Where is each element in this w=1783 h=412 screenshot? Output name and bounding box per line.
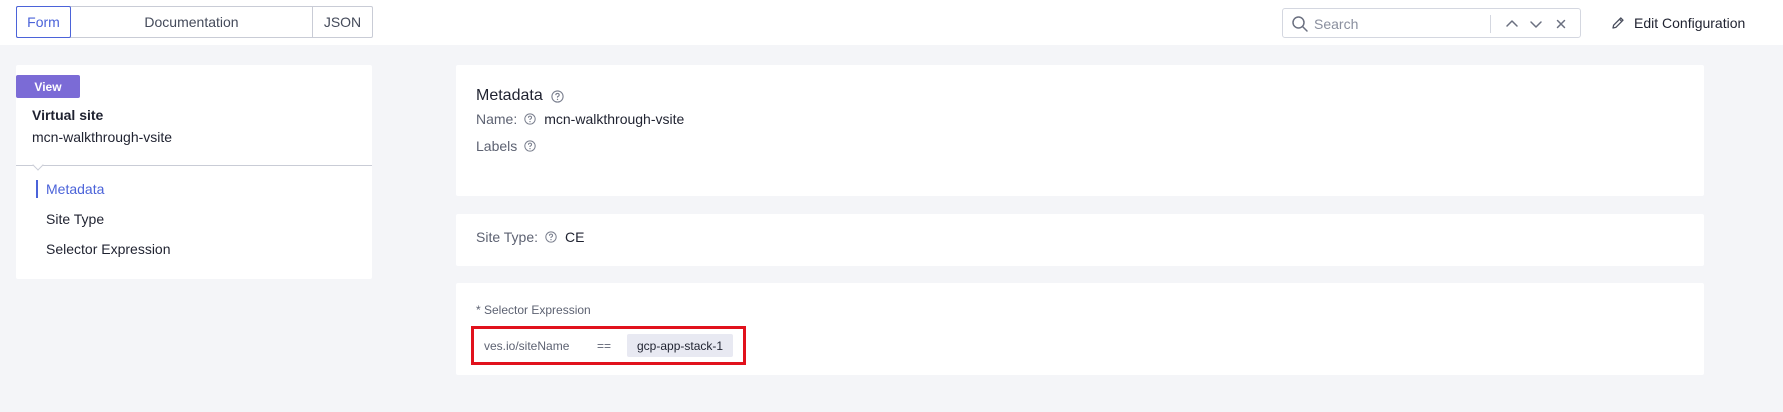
search-box xyxy=(1282,8,1581,38)
chevron-down-icon[interactable] xyxy=(1528,16,1544,32)
view-badge: View xyxy=(16,75,80,98)
divider xyxy=(16,165,372,166)
selector-expression-section: * Selector Expression ves.io/siteName ==… xyxy=(456,283,1704,375)
search-icon xyxy=(1292,16,1308,32)
metadata-title: Metadata xyxy=(476,87,543,104)
object-type-title: Virtual site xyxy=(32,107,104,123)
site-type-section: Site Type: CE xyxy=(456,214,1704,266)
help-icon[interactable] xyxy=(545,231,557,243)
help-icon[interactable] xyxy=(524,140,536,152)
divider-notch xyxy=(32,159,44,171)
selector-value-chip: gcp-app-stack-1 xyxy=(627,334,734,357)
name-label: Name: xyxy=(476,111,518,127)
help-icon[interactable] xyxy=(524,113,536,125)
object-summary-card: View Virtual site mcn-walkthrough-vsite … xyxy=(16,65,372,279)
labels-label: Labels xyxy=(476,138,518,154)
close-icon[interactable] xyxy=(1553,16,1569,32)
view-tabs: Form Documentation JSON xyxy=(16,6,373,38)
edit-configuration-button[interactable]: Edit Configuration xyxy=(1610,11,1745,35)
selector-expression-label: * Selector Expression xyxy=(476,303,591,317)
tab-documentation[interactable]: Documentation xyxy=(71,7,313,37)
nav-item-selector-expression[interactable]: Selector Expression xyxy=(36,234,171,264)
selector-expression-highlight: ves.io/siteName == gcp-app-stack-1 xyxy=(471,326,746,365)
selector-key: ves.io/siteName xyxy=(484,338,570,353)
selector-operator: == xyxy=(597,338,612,353)
tab-json[interactable]: JSON xyxy=(313,7,372,37)
search-input[interactable] xyxy=(1314,13,1484,35)
top-bar: Form Documentation JSON Edit Configurati… xyxy=(0,0,1783,45)
nav-item-metadata[interactable]: Metadata xyxy=(36,174,171,204)
name-value: mcn-walkthrough-vsite xyxy=(544,111,685,127)
pencil-icon xyxy=(1612,17,1624,29)
section-nav: Metadata Site Type Selector Expression xyxy=(36,174,171,264)
metadata-heading: Metadata xyxy=(476,87,564,105)
edit-configuration-label: Edit Configuration xyxy=(1634,15,1746,31)
tab-form[interactable]: Form xyxy=(16,6,71,38)
object-name: mcn-walkthrough-vsite xyxy=(32,129,173,145)
labels-field: Labels xyxy=(476,138,544,154)
name-field: Name: mcn-walkthrough-vsite xyxy=(476,111,684,127)
help-icon[interactable] xyxy=(551,89,564,103)
search-divider xyxy=(1490,15,1491,33)
metadata-section: Metadata Name: mcn-walkthrough-vsite Lab… xyxy=(456,65,1704,196)
site-type-field: Site Type: CE xyxy=(476,229,584,245)
site-type-label: Site Type: xyxy=(476,229,539,245)
chevron-up-icon[interactable] xyxy=(1504,16,1520,32)
nav-item-site-type[interactable]: Site Type xyxy=(36,204,171,234)
site-type-value: CE xyxy=(565,229,585,245)
